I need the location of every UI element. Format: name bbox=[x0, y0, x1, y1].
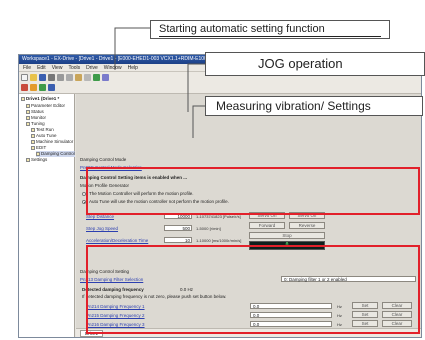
vibration-callout: Measuring vibration/ Settings bbox=[205, 96, 423, 116]
auto-setting-leader bbox=[114, 27, 150, 70]
vibration-callout-text: Measuring vibration/ Settings bbox=[216, 99, 371, 113]
vibration-leader bbox=[192, 105, 205, 138]
jog-callout-text: JOG operation bbox=[258, 56, 343, 71]
callout-leaders bbox=[114, 27, 205, 138]
auto-setting-callout: Starting automatic setting function bbox=[150, 20, 390, 39]
auto-setting-callout-text: Starting automatic setting function bbox=[159, 23, 325, 35]
jog-callout: JOG operation bbox=[205, 52, 425, 76]
jog-leader bbox=[187, 63, 205, 112]
auto-setting-callout-underline bbox=[159, 36, 381, 37]
